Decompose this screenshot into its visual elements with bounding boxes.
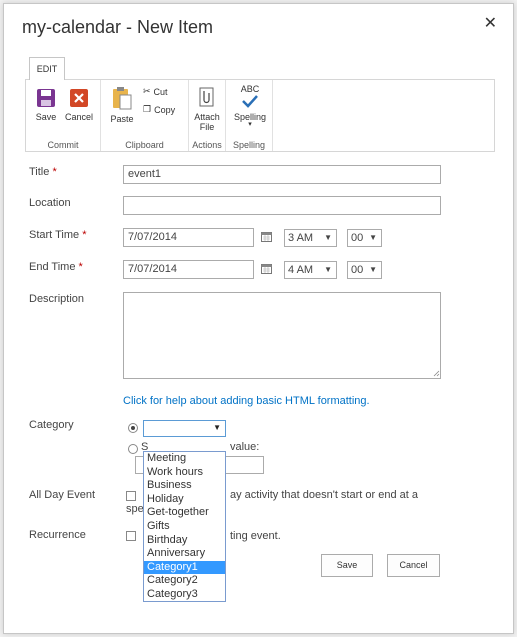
all-day-event-label: All Day Event: [29, 489, 96, 501]
end-hour-select[interactable]: 4 AM ▼: [284, 261, 337, 279]
attach-label-line2: File: [199, 122, 215, 132]
cancel-button[interactable]: Cancel: [387, 554, 440, 577]
save-button[interactable]: Save: [321, 554, 373, 577]
start-time-label: Start Time *: [29, 229, 86, 241]
title-input[interactable]: event1: [123, 165, 441, 184]
start-hour-select[interactable]: 3 AM ▼: [284, 229, 337, 247]
location-input[interactable]: [123, 196, 441, 215]
actions-group-label: Actions: [192, 140, 222, 150]
category-select[interactable]: ▼: [143, 420, 226, 437]
cut-button[interactable]: ✂ Cut: [143, 86, 168, 97]
start-minute-select[interactable]: 00 ▼: [347, 229, 382, 247]
ribbon: Save Cancel Commit Paste ✂ Cut ❐ Copy Cl…: [25, 79, 495, 152]
title-label-text: Title: [29, 166, 50, 178]
copy-icon: ❐: [143, 104, 152, 114]
save-ribbon-label: Save: [35, 112, 57, 122]
category-choice-radio[interactable]: [128, 423, 138, 433]
category-option[interactable]: Category3: [144, 588, 225, 602]
calendar-icon[interactable]: [261, 232, 272, 242]
clipboard-group-label: Clipboard: [125, 140, 164, 150]
chevron-down-icon: ▼: [369, 233, 377, 242]
category-label: Category: [29, 419, 74, 431]
html-help-link[interactable]: Click for help about adding basic HTML f…: [123, 395, 370, 407]
recurrence-label: Recurrence: [29, 529, 86, 541]
scissors-icon: ✂: [143, 86, 151, 96]
chevron-down-icon: ▼: [213, 423, 221, 432]
all-day-description-line2: spe: [126, 503, 144, 515]
category-option[interactable]: Get-together: [144, 506, 225, 520]
new-item-dialog: my-calendar - New Item ✕ EDIT Save Cance…: [3, 3, 514, 634]
category-option[interactable]: Meeting: [144, 452, 225, 466]
category-option[interactable]: Gifts: [144, 520, 225, 534]
paste-label: Paste: [110, 114, 134, 124]
attach-file-button[interactable]: Attach File: [192, 86, 222, 132]
category-option[interactable]: Holiday: [144, 493, 225, 507]
category-option[interactable]: Business: [144, 479, 225, 493]
all-day-description-line1: ay activity that doesn't start or end at…: [230, 489, 418, 501]
start-date-input[interactable]: 7/07/2014: [123, 228, 254, 247]
category-selected-value: [144, 425, 147, 437]
cancel-ribbon-button[interactable]: Cancel: [64, 88, 94, 122]
paste-button[interactable]: Paste: [108, 86, 136, 124]
close-icon[interactable]: ✕: [484, 13, 497, 33]
chevron-down-icon: ▼: [324, 265, 332, 274]
category-option[interactable]: Category1: [144, 560, 225, 575]
end-hour-value: 4 AM: [288, 264, 314, 276]
all-day-checkbox[interactable]: [126, 491, 136, 501]
recurrence-description: ting event.: [230, 530, 281, 542]
actions-group: Attach File Actions: [189, 80, 226, 151]
required-marker: *: [82, 229, 87, 241]
end-minute-value: 00: [351, 264, 364, 276]
cancel-ribbon-label: Cancel: [64, 112, 93, 122]
category-option[interactable]: Category2: [144, 574, 225, 588]
cancel-icon: [70, 89, 88, 107]
required-marker: *: [52, 166, 57, 178]
resize-handle-icon[interactable]: [433, 370, 440, 377]
end-time-label-text: End Time: [29, 261, 76, 273]
category-option[interactable]: Birthday: [144, 534, 225, 548]
title-label: Title *: [29, 166, 57, 178]
tab-edit[interactable]: EDIT: [29, 57, 65, 80]
paperclip-icon: [199, 87, 214, 107]
abc-text: ABC: [240, 84, 260, 94]
end-date-input[interactable]: 7/07/2014: [123, 260, 254, 279]
start-time-label-text: Start Time: [29, 229, 80, 241]
chevron-down-icon: ▼: [324, 233, 332, 242]
commit-group-label: Commit: [47, 140, 79, 150]
chevron-down-icon: ▼: [369, 265, 377, 274]
location-label: Location: [29, 197, 71, 209]
end-time-label: End Time *: [29, 261, 83, 273]
spelling-group-label: Spelling: [232, 140, 266, 150]
category-option[interactable]: Work hours: [144, 466, 225, 480]
spelling-dropdown-icon: ▾: [248, 121, 252, 128]
save-icon: [37, 89, 55, 107]
category-custom-radio[interactable]: [128, 444, 138, 454]
cut-label: Cut: [153, 86, 168, 97]
category-options-list[interactable]: Meeting Work hours Business Holiday Get-toge…: [143, 451, 226, 602]
copy-button[interactable]: ❐ Copy: [143, 104, 175, 115]
required-marker: *: [78, 261, 83, 273]
category-option[interactable]: Anniversary: [144, 547, 225, 561]
commit-group: Save Cancel Commit: [26, 80, 101, 151]
clipboard-group: Paste ✂ Cut ❐ Copy Clipboard: [101, 80, 189, 151]
attach-label-line1: Attach: [194, 112, 220, 122]
paste-icon: [113, 87, 132, 110]
end-minute-select[interactable]: 00 ▼: [347, 261, 382, 279]
start-minute-value: 00: [351, 232, 364, 244]
recurrence-checkbox[interactable]: [126, 531, 136, 541]
check-icon: [242, 95, 258, 108]
description-label: Description: [29, 293, 85, 305]
save-ribbon-button[interactable]: Save: [32, 88, 60, 122]
spelling-button[interactable]: ABC Spelling ▾: [231, 84, 269, 128]
dialog-title: my-calendar - New Item: [22, 17, 214, 37]
copy-label: Copy: [154, 104, 176, 115]
calendar-icon[interactable]: [261, 264, 272, 274]
specify-suffix-text: value:: [230, 441, 260, 453]
start-hour-value: 3 AM: [288, 232, 314, 244]
spelling-group: ABC Spelling ▾ Spelling: [226, 80, 273, 151]
description-textarea[interactable]: [123, 292, 441, 379]
